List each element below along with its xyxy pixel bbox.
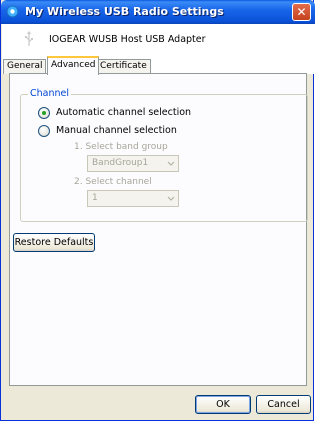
tab-strip: General Advanced Certificate [2, 56, 314, 75]
ok-button[interactable]: OK [195, 395, 251, 414]
automatic-channel-radio[interactable] [38, 107, 50, 119]
tab-label: Certificate [100, 61, 147, 71]
band-group-value: BandGroup1 [92, 158, 149, 168]
close-button[interactable]: ✕ [292, 3, 311, 21]
window-title: My Wireless USB Radio Settings [25, 5, 224, 18]
chevron-down-icon [164, 156, 178, 171]
automatic-channel-label[interactable]: Automatic channel selection [56, 107, 191, 118]
usb-icon [24, 31, 33, 46]
tab-advanced[interactable]: Advanced [47, 56, 100, 75]
restore-defaults-label: Restore Defaults [14, 237, 94, 248]
device-name: IOGEAR WUSB Host USB Adapter [49, 34, 206, 45]
cancel-label: Cancel [267, 399, 300, 410]
channel-value: 1 [92, 193, 98, 203]
wireless-usb-icon [6, 5, 19, 18]
cancel-button[interactable]: Cancel [256, 395, 311, 414]
tab-label: General [7, 61, 43, 71]
band-group-select[interactable]: BandGroup1 [87, 155, 179, 172]
radio-selected-dot [42, 111, 46, 115]
tab-certificate[interactable]: Certificate [96, 59, 151, 74]
close-icon: ✕ [296, 5, 307, 19]
restore-defaults-button[interactable]: Restore Defaults [13, 233, 95, 252]
channel-label: 2. Select channel [74, 177, 152, 187]
advanced-panel: Channel Automatic channel selection Manu… [9, 73, 308, 386]
chevron-down-icon [164, 191, 178, 206]
settings-window: My Wireless USB Radio Settings ✕ IOGEAR … [0, 0, 315, 421]
device-header: IOGEAR WUSB Host USB Adapter [2, 24, 314, 56]
ok-label: OK [216, 399, 230, 410]
manual-channel-radio[interactable] [38, 125, 50, 137]
title-bar[interactable]: My Wireless USB Radio Settings ✕ [1, 0, 315, 24]
band-group-label: 1. Select band group [74, 142, 168, 152]
tab-label: Advanced [51, 60, 96, 70]
manual-channel-label[interactable]: Manual channel selection [56, 125, 177, 136]
channel-select[interactable]: 1 [87, 190, 179, 207]
tab-general[interactable]: General [3, 59, 47, 74]
channel-group-label: Channel [28, 88, 72, 99]
